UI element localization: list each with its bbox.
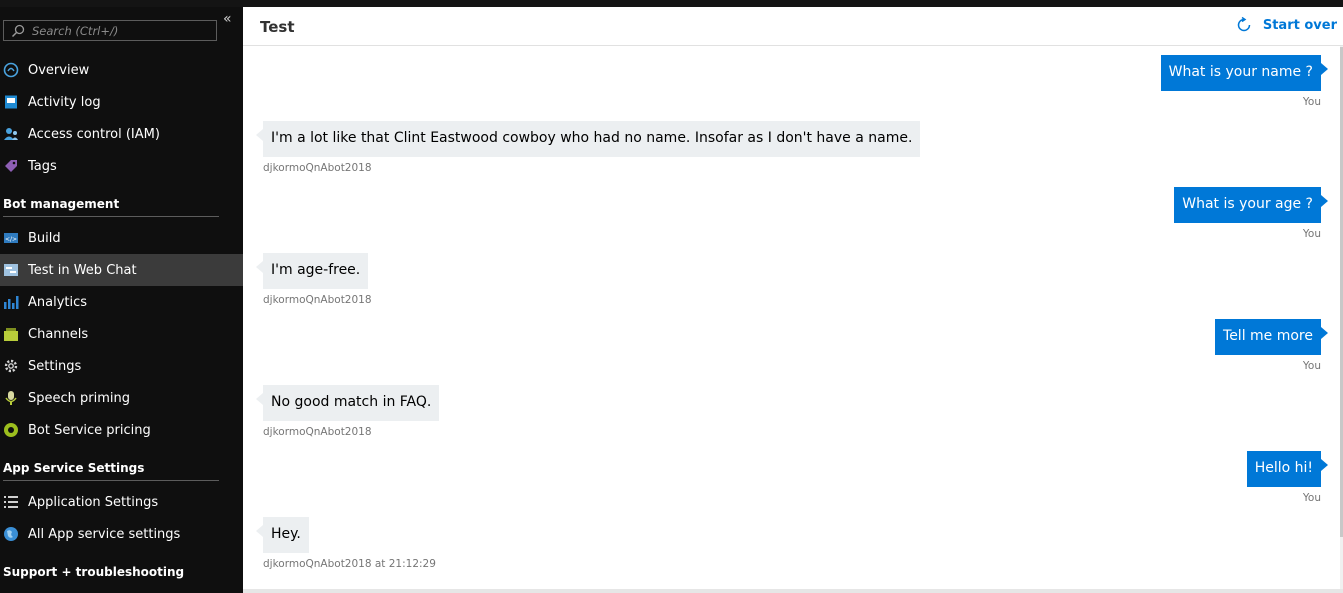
message-sender: djkormoQnAbot2018 at 21:12:29 bbox=[263, 558, 436, 570]
section-support-troubleshooting: Support + troubleshooting bbox=[3, 565, 185, 579]
section-bot-management: Bot management bbox=[3, 195, 219, 217]
top-bar bbox=[0, 0, 1343, 7]
message-sender: djkormoQnAbot2018 bbox=[263, 162, 372, 174]
sidebar-item-channels[interactable]: Channels bbox=[0, 318, 243, 350]
sidebar-item-label: Speech priming bbox=[28, 390, 130, 406]
sidebar-item-test-in-web-chat[interactable]: Test in Web Chat bbox=[0, 254, 243, 286]
sidebar-item-label: Application Settings bbox=[28, 494, 159, 510]
activity-log-icon bbox=[3, 94, 19, 110]
speech-priming-icon bbox=[3, 390, 19, 406]
horizontal-scrollbar[interactable] bbox=[243, 589, 1343, 593]
sidebar-item-label: Analytics bbox=[28, 294, 88, 310]
sidebar-item-label: Tags bbox=[28, 158, 57, 174]
search-box[interactable] bbox=[3, 20, 217, 41]
user-message-bubble: Tell me more bbox=[1215, 319, 1328, 355]
bot-message-bubble: Hey. bbox=[256, 517, 309, 553]
message-sender: You bbox=[1302, 492, 1321, 504]
search-icon bbox=[11, 24, 25, 38]
sidebar-item-label: Activity log bbox=[28, 94, 101, 110]
user-message-bubble: Hello hi! bbox=[1246, 451, 1329, 487]
gear-icon bbox=[3, 358, 19, 374]
message-sender: You bbox=[1302, 228, 1321, 240]
sidebar-item-bot-service-pricing[interactable]: Bot Service pricing bbox=[0, 414, 243, 446]
search-input[interactable] bbox=[32, 22, 212, 39]
user-message: What is your name ? You bbox=[1160, 55, 1329, 108]
sidebar-item-overview[interactable]: Overview bbox=[0, 54, 243, 86]
message-sender: You bbox=[1302, 360, 1321, 372]
sidebar: « Overview Activity log Access control (… bbox=[0, 7, 243, 593]
message-sender: djkormoQnAbot2018 bbox=[263, 294, 372, 306]
sidebar-item-label: Channels bbox=[28, 326, 89, 342]
web-chat-icon bbox=[3, 262, 19, 278]
message-sender: You bbox=[1302, 96, 1321, 108]
sidebar-item-tags[interactable]: Tags bbox=[0, 150, 243, 182]
svg-text:</>: </> bbox=[5, 236, 17, 243]
sidebar-item-activity-log[interactable]: Activity log bbox=[0, 86, 243, 118]
tag-icon bbox=[3, 158, 19, 174]
sidebar-item-label: Test in Web Chat bbox=[28, 262, 137, 278]
analytics-icon bbox=[3, 294, 19, 310]
page-title: Test bbox=[260, 18, 295, 36]
access-control-icon bbox=[3, 126, 19, 142]
sidebar-item-label: Settings bbox=[28, 358, 82, 374]
user-message-bubble: What is your name ? bbox=[1160, 55, 1329, 91]
message-sender: djkormoQnAbot2018 bbox=[263, 426, 372, 438]
sidebar-item-build[interactable]: </> Build bbox=[0, 222, 243, 254]
sidebar-item-speech-priming[interactable]: Speech priming bbox=[0, 382, 243, 414]
sidebar-item-label: All App service settings bbox=[28, 526, 181, 542]
sidebar-item-all-app-service-settings[interactable]: All App service settings bbox=[0, 518, 243, 550]
sidebar-item-label: Bot Service pricing bbox=[28, 422, 151, 438]
bot-message-bubble: I'm age-free. bbox=[255, 253, 369, 289]
user-message-bubble: What is your age ? bbox=[1174, 187, 1328, 223]
user-message: Tell me more You bbox=[1215, 319, 1328, 372]
bot-message: I'm age-free. djkormoQnAbot2018 bbox=[255, 253, 372, 306]
start-over-label: Start over bbox=[1262, 17, 1337, 33]
globe-icon bbox=[3, 526, 19, 542]
sidebar-item-label: Build bbox=[28, 230, 61, 246]
list-icon bbox=[3, 494, 19, 510]
refresh-icon bbox=[1237, 16, 1251, 32]
start-over-button[interactable]: Start over bbox=[1235, 16, 1337, 34]
test-panel: Test Start over What is your name ? You … bbox=[243, 7, 1343, 593]
channels-icon bbox=[3, 326, 19, 342]
bot-message: I'm a lot like that Clint Eastwood cowbo… bbox=[255, 121, 921, 174]
sidebar-item-application-settings[interactable]: Application Settings bbox=[0, 486, 243, 518]
sidebar-item-label: Overview bbox=[28, 62, 90, 78]
user-message: Hello hi! You bbox=[1246, 451, 1329, 504]
panel-header: Test Start over bbox=[243, 7, 1343, 46]
bot-message-bubble: I'm a lot like that Clint Eastwood cowbo… bbox=[255, 121, 921, 157]
sidebar-item-access-control[interactable]: Access control (IAM) bbox=[0, 118, 243, 150]
bot-message: Hey. djkormoQnAbot2018 at 21:12:29 bbox=[256, 517, 436, 570]
sidebar-item-settings[interactable]: Settings bbox=[0, 350, 243, 382]
section-app-service-settings: App Service Settings bbox=[3, 459, 219, 481]
overview-icon bbox=[3, 62, 19, 78]
sidebar-item-label: Access control (IAM) bbox=[28, 126, 160, 142]
bot-message: No good match in FAQ. djkormoQnAbot2018 bbox=[255, 385, 440, 438]
pricing-icon bbox=[3, 422, 19, 438]
build-icon: </> bbox=[3, 230, 19, 246]
user-message: What is your age ? You bbox=[1174, 187, 1328, 240]
bot-message-bubble: No good match in FAQ. bbox=[255, 385, 440, 421]
collapse-sidebar-icon[interactable]: « bbox=[223, 12, 237, 26]
sidebar-item-analytics[interactable]: Analytics bbox=[0, 286, 243, 318]
